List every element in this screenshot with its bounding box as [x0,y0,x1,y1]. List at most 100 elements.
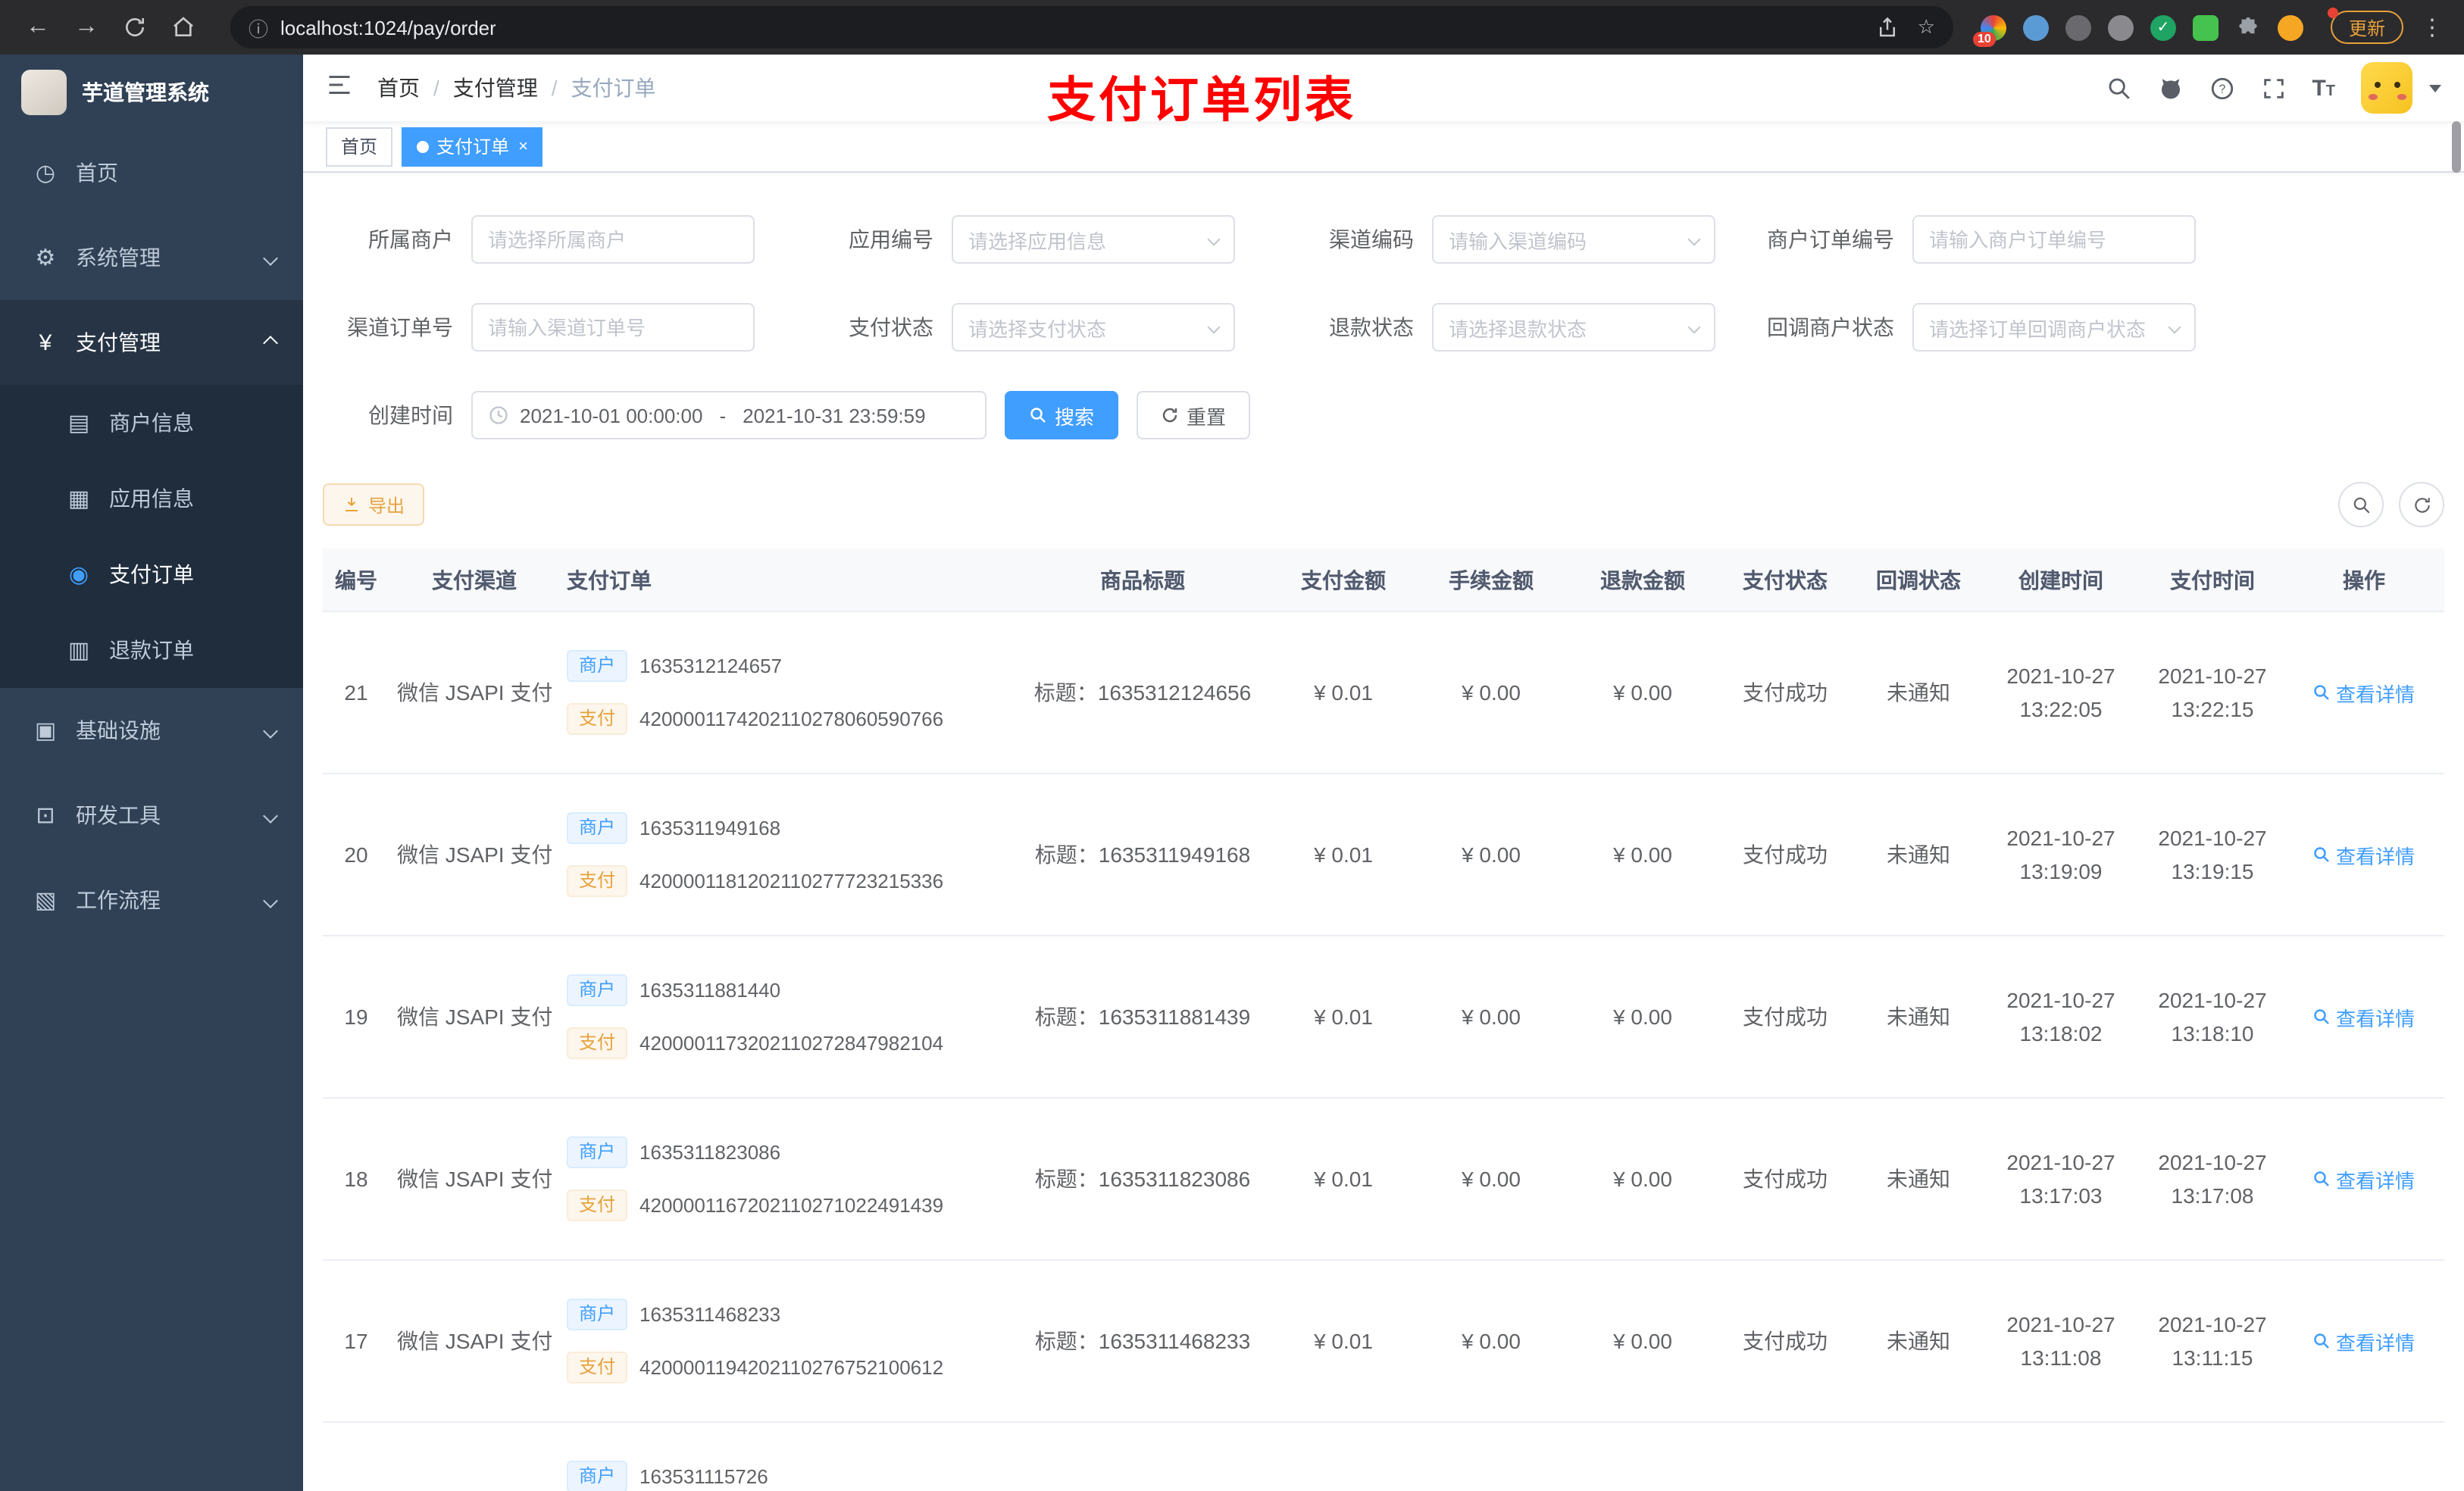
extension-cluster: 10 ✓ [1972,14,2303,46]
cell-pay-status: 支付成功 [1743,1005,1828,1029]
tab-home[interactable]: 首页 [326,127,393,166]
chevron-down-icon [263,808,278,823]
extension-icon[interactable] [2277,14,2303,40]
cell-pay-time: 2021-10-27 13:19:15 [2158,825,2267,883]
share-icon[interactable] [1877,16,1900,39]
breadcrumb-payment[interactable]: 支付管理 [453,73,538,103]
sidebar-item-home[interactable]: ◷ 首页 [0,130,303,215]
sidebar-item-merchant-info[interactable]: ▤ 商户信息 [0,385,303,461]
merchant-order-no-input[interactable] [1912,215,2196,264]
cell-action: 查看详情 [2288,1164,2440,1193]
refund-status-select[interactable]: 请选择退款状态 [1432,303,1715,352]
chevron-down-icon [1687,320,1701,334]
col-create-time: 创建时间 [2018,567,2103,592]
font-size-icon[interactable]: TT [2312,75,2335,101]
sidebar-item-dev-tools[interactable]: ⊡ 研发工具 [0,773,303,858]
tab-pay-order[interactable]: 支付订单 × [402,127,543,166]
sidebar-item-app-info[interactable]: ▦ 应用信息 [0,461,303,536]
extension-icon[interactable] [2192,14,2219,40]
forward-button[interactable]: → [67,8,106,47]
extension-icon[interactable]: 10 [1972,14,2006,46]
export-button[interactable]: 导出 [323,483,425,526]
range-end: 2021-10-31 23:59:59 [743,404,926,427]
extension-badge: 10 [1972,31,1996,46]
cell-create-time: 2021-10-27 13:18:02 [2006,987,2115,1046]
pay-order-no: 4200001194202110276752100612 [639,1356,944,1379]
extension-icon[interactable] [2022,14,2049,40]
document-icon: ▥ [67,638,90,664]
sidebar-item-infrastructure[interactable]: ▣ 基础设施 [0,688,303,773]
extension-icon[interactable] [2107,14,2134,40]
view-detail-link[interactable]: 查看详情 [2296,1002,2432,1031]
merchant-tag: 商户 [567,1299,628,1330]
cell-pay-channel: 微信 JSAPI 支付 [397,1167,553,1191]
view-detail-link[interactable]: 查看详情 [2296,678,2432,707]
avatar[interactable] [2361,62,2412,114]
channel-order-no-input[interactable] [471,303,755,352]
briefcase-icon: ▧ [34,888,57,914]
callback-status-select[interactable]: 请选择订单回调商户状态 [1912,303,2196,352]
reload-button[interactable] [115,8,155,47]
cell-refund: ¥ 0.00 [1613,1167,1672,1191]
breadcrumb-home[interactable]: 首页 [377,73,420,103]
site-info-icon[interactable]: ⓘ [249,13,268,42]
sidebar-item-payment[interactable]: ¥ 支付管理 [0,300,303,385]
search-icon[interactable] [2106,75,2131,101]
refund-status-label: 退款状态 [1329,315,1414,339]
view-detail-link[interactable]: 查看详情 [2296,1164,2432,1193]
chevron-down-icon [2168,320,2181,334]
merchant-tag: 商户 [567,1136,628,1168]
cell-create-time: 2021-10-27 13:11:08 [2006,1311,2115,1370]
create-time-range-picker[interactable]: 2021-10-01 00:00:00 - 2021-10-31 23:59:5… [471,391,987,439]
browser-menu-icon[interactable]: ⋮ [2419,14,2446,41]
cell-pay-order: 商户 1635311881440 支付 42000011732021102728… [559,974,1014,1059]
table-header: 编号 支付渠道 支付订单 商品标题 支付金额 手续金额 退款金额 支付状态 回调… [323,549,2444,612]
home-button[interactable] [164,8,203,47]
gear-icon: ⚙ [35,245,56,271]
extensions-puzzle-icon[interactable] [2235,14,2261,40]
breadcrumb-current: 支付订单 [571,76,656,100]
extension-icon[interactable] [2065,14,2091,40]
col-pay-time: 支付时间 [2170,567,2255,592]
browser-update-button[interactable]: 更新 [2327,8,2403,44]
view-detail-link[interactable]: 查看详情 [2296,1327,2432,1355]
merchant-input[interactable] [471,215,755,264]
tools-icon: ⊡ [36,803,55,829]
address-bar[interactable]: ⓘ localhost:1024/pay/order ☆ [230,6,1953,48]
cell-refund: ¥ 0.00 [1613,1005,1672,1029]
fullscreen-icon[interactable] [2260,75,2286,101]
range-start: 2021-10-01 00:00:00 [520,404,703,427]
app-no-select[interactable]: 请选择应用信息 [952,215,1235,264]
sidebar-item-pay-order[interactable]: ◉ 支付订单 [0,536,303,612]
sidebar-item-system[interactable]: ⚙ 系统管理 [0,215,303,300]
help-icon[interactable]: ? [2209,75,2234,101]
channel-code-select[interactable]: 请输入渠道编码 [1432,215,1715,264]
reset-button[interactable]: 重置 [1137,391,1251,439]
scrollbar-thumb[interactable] [2452,121,2461,173]
sidebar-item-workflow[interactable]: ▧ 工作流程 [0,858,303,942]
cell-pay-order: 商户 163531115726 支付 [559,1461,1014,1491]
bookmark-star-icon[interactable]: ☆ [1918,15,1935,39]
cell-id: 21 [344,680,368,705]
extension-icon[interactable]: ✓ [2150,14,2176,40]
refresh-table-button[interactable] [2399,482,2444,527]
view-detail-link[interactable]: 查看详情 [2296,840,2432,869]
close-icon[interactable]: × [518,137,528,155]
col-action: 操作 [2343,567,2385,592]
back-button[interactable]: ← [18,8,58,47]
toggle-search-button[interactable] [2338,482,2384,527]
home-icon [174,17,193,36]
search-button[interactable]: 搜索 [1005,391,1119,439]
pay-status-select[interactable]: 请选择支付状态 [952,303,1235,352]
sidebar-item-refund-order[interactable]: ▥ 退款订单 [0,612,303,688]
github-icon[interactable] [2157,75,2183,101]
hamburger-button[interactable] [326,70,353,105]
col-title: 商品标题 [1100,567,1185,592]
user-caret-icon[interactable] [2429,84,2441,92]
merchant-label: 所属商户 [368,227,453,252]
cell-pay-status: 支付成功 [1743,842,1828,867]
chevron-down-icon [263,250,278,265]
tags-view: 首页 支付订单 × [303,121,2464,173]
cell-pay-channel: 微信 JSAPI 支付 [397,1329,553,1353]
cell-notify-status: 未通知 [1887,680,1950,705]
